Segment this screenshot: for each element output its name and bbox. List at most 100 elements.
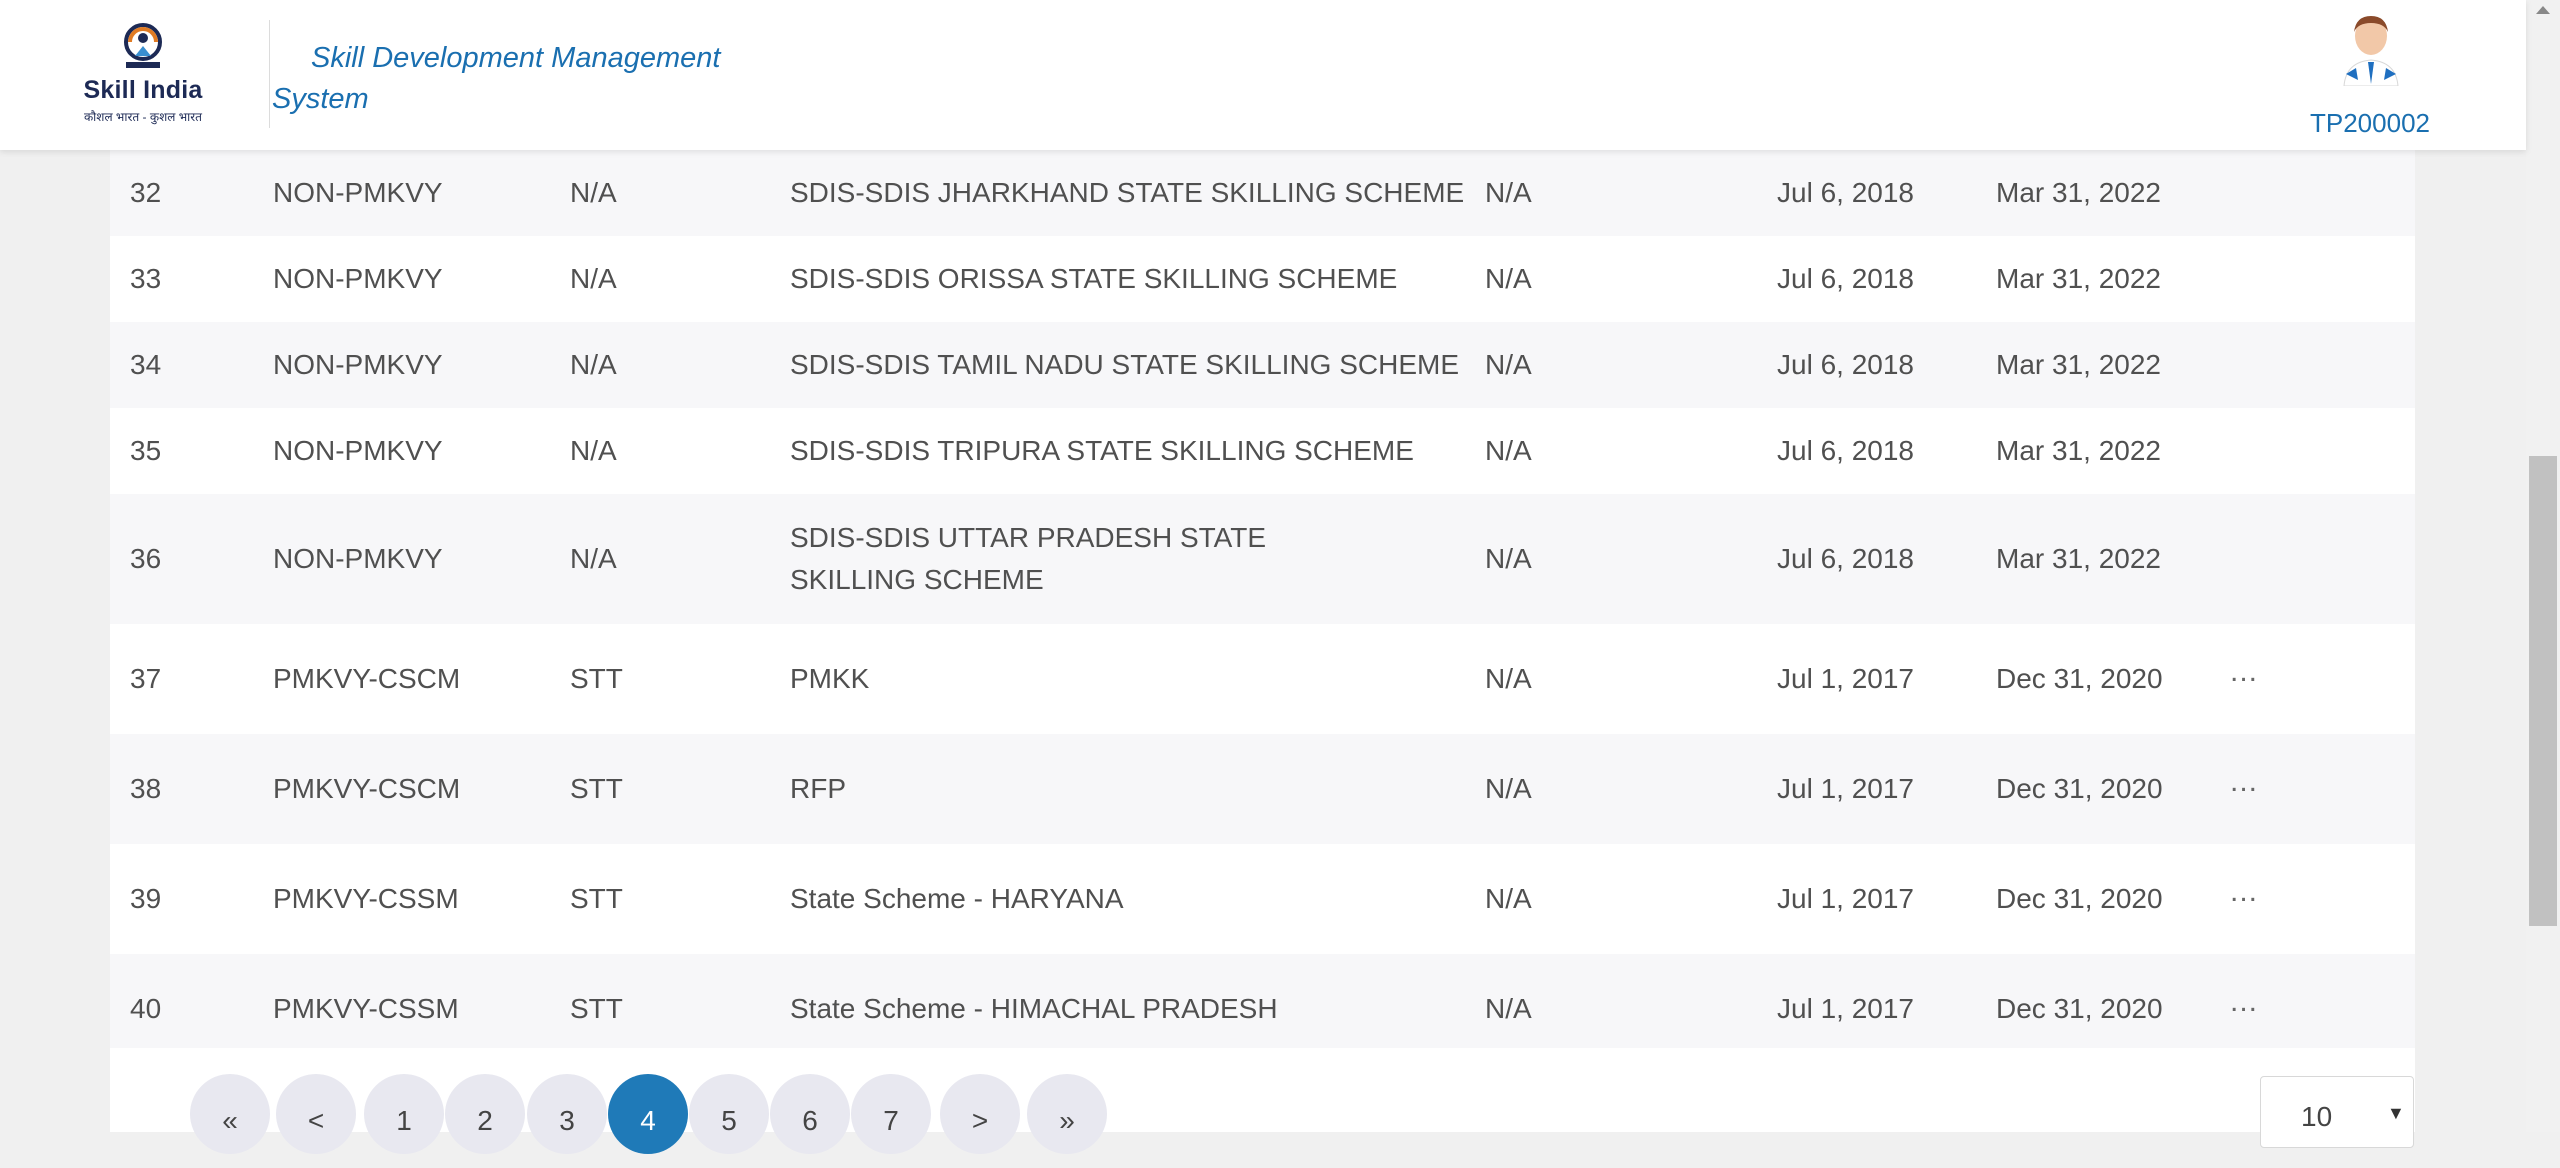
- skill-india-logo[interactable]: Skill India कौशल भारत - कुशल भारत: [78, 22, 208, 126]
- scheme-extra: N/A: [1485, 883, 1532, 914]
- scheme-category: PMKVY-CSSM: [273, 883, 459, 914]
- start-date: Jul 6, 2018: [1777, 435, 1914, 466]
- pagination-bar: « < 1 2 3 4 5 6 7 > » 10 ▼: [110, 1048, 2415, 1154]
- end-date: Dec 31, 2020: [1996, 883, 2163, 914]
- app-header: Skill India कौशल भारत - कुशल भारत Skill …: [0, 0, 2526, 150]
- end-date: Dec 31, 2020: [1996, 773, 2163, 804]
- scheme-name: PMKK: [790, 663, 870, 694]
- more-actions-button[interactable]: ...: [2230, 875, 2258, 909]
- scheme-type: N/A: [570, 543, 617, 574]
- page-button-7[interactable]: 7: [851, 1074, 931, 1154]
- last-page-button[interactable]: »: [1027, 1074, 1107, 1154]
- row-number: 35: [130, 435, 162, 466]
- row-number: 33: [130, 263, 162, 294]
- table-row: 36 NON-PMKVY N/A SDIS-SDIS UTTAR PRADESH…: [110, 494, 2415, 625]
- scheme-name: SDIS-SDIS UTTAR PRADESH STATE SKILLING S…: [790, 522, 1267, 595]
- schemes-table: 32 NON-PMKVY N/A SDIS-SDIS JHARKHAND STA…: [110, 150, 2415, 1065]
- user-id-label[interactable]: TP200002: [2290, 108, 2450, 139]
- end-date: Mar 31, 2022: [1996, 435, 2161, 466]
- row-actions: ...: [2230, 624, 2290, 734]
- scheme-name: SDIS-SDIS TAMIL NADU STATE SKILLING SCHE…: [790, 349, 1460, 380]
- row-actions: ...: [2230, 844, 2290, 954]
- next-page-button[interactable]: >: [940, 1074, 1020, 1154]
- prev-page-button[interactable]: <: [276, 1074, 356, 1154]
- scheme-name: SDIS-SDIS JHARKHAND STATE SKILLING SCHEM…: [790, 177, 1465, 208]
- app-title-line1: Skill Development Management: [311, 42, 721, 74]
- row-number: 37: [130, 663, 162, 694]
- scheme-extra: N/A: [1485, 435, 1532, 466]
- scheme-extra: N/A: [1485, 663, 1532, 694]
- scheme-name: SDIS-SDIS TRIPURA STATE SKILLING SCHEME: [790, 435, 1414, 466]
- end-date: Mar 31, 2022: [1996, 543, 2161, 574]
- header-divider: [269, 20, 270, 128]
- scroll-up-arrow-icon[interactable]: [2536, 6, 2550, 14]
- table-row: 37 PMKVY-CSCM STT PMKK N/A Jul 1, 2017 D…: [110, 624, 2415, 735]
- page-size-value: 10: [2301, 1101, 2333, 1132]
- page-button-4-current[interactable]: 4: [608, 1074, 688, 1154]
- scheme-category: NON-PMKVY: [273, 543, 443, 574]
- more-actions-button[interactable]: ...: [2230, 985, 2258, 1019]
- table-row: 35 NON-PMKVY N/A SDIS-SDIS TRIPURA STATE…: [110, 408, 2415, 495]
- scheme-extra: N/A: [1485, 263, 1532, 294]
- end-date: Mar 31, 2022: [1996, 177, 2161, 208]
- row-number: 39: [130, 883, 162, 914]
- scheme-type: N/A: [570, 177, 617, 208]
- scrollbar-thumb[interactable]: [2529, 456, 2557, 926]
- scheme-category: NON-PMKVY: [273, 263, 443, 294]
- scheme-name: State Scheme - HARYANA: [790, 883, 1124, 914]
- page-scrollbar[interactable]: [2526, 0, 2560, 1132]
- start-date: Jul 1, 2017: [1777, 663, 1914, 694]
- start-date: Jul 6, 2018: [1777, 263, 1914, 294]
- scheme-type: N/A: [570, 435, 617, 466]
- page-size-select[interactable]: 10 ▼: [2260, 1076, 2414, 1148]
- app-title-line2: System: [272, 83, 369, 115]
- first-page-button[interactable]: «: [190, 1074, 270, 1154]
- scheme-name: RFP: [790, 773, 846, 804]
- start-date: Jul 6, 2018: [1777, 543, 1914, 574]
- scheme-category: NON-PMKVY: [273, 349, 443, 380]
- end-date: Dec 31, 2020: [1996, 663, 2163, 694]
- more-actions-button[interactable]: ...: [2230, 765, 2258, 799]
- more-actions-button[interactable]: ...: [2230, 655, 2258, 689]
- logo-tagline: कौशल भारत - कुशल भारत: [83, 110, 203, 124]
- scheme-type: STT: [570, 663, 623, 694]
- scheme-category: PMKVY-CSCM: [273, 663, 461, 694]
- row-number: 34: [130, 349, 162, 380]
- logo-text: Skill India: [83, 76, 203, 104]
- scheme-type: N/A: [570, 349, 617, 380]
- table-row: 32 NON-PMKVY N/A SDIS-SDIS JHARKHAND STA…: [110, 150, 2415, 237]
- scheme-extra: N/A: [1485, 773, 1532, 804]
- chevron-down-icon: ▼: [2387, 1103, 2405, 1123]
- scheme-name: SDIS-SDIS ORISSA STATE SKILLING SCHEME: [790, 263, 1398, 294]
- end-date: Mar 31, 2022: [1996, 349, 2161, 380]
- page-button-1[interactable]: 1: [364, 1074, 444, 1154]
- row-number: 38: [130, 773, 162, 804]
- row-number: 32: [130, 177, 162, 208]
- scheme-extra: N/A: [1485, 349, 1532, 380]
- table-row: 39 PMKVY-CSSM STT State Scheme - HARYANA…: [110, 844, 2415, 955]
- user-avatar-icon[interactable]: [2338, 14, 2404, 86]
- scheme-type: STT: [570, 773, 623, 804]
- table-row: 34 NON-PMKVY N/A SDIS-SDIS TAMIL NADU ST…: [110, 322, 2415, 409]
- row-actions: ...: [2230, 734, 2290, 844]
- scheme-type: N/A: [570, 263, 617, 294]
- table-row: 33 NON-PMKVY N/A SDIS-SDIS ORISSA STATE …: [110, 236, 2415, 323]
- start-date: Jul 6, 2018: [1777, 349, 1914, 380]
- scheme-extra: N/A: [1485, 177, 1532, 208]
- scheme-category: NON-PMKVY: [273, 177, 443, 208]
- page-button-2[interactable]: 2: [445, 1074, 525, 1154]
- skill-india-emblem-icon: [124, 23, 162, 68]
- app-title: Skill Development Management System: [272, 38, 752, 120]
- scheme-category: NON-PMKVY: [273, 435, 443, 466]
- scheme-category: PMKVY-CSCM: [273, 773, 461, 804]
- scheme-extra: N/A: [1485, 543, 1532, 574]
- start-date: Jul 1, 2017: [1777, 773, 1914, 804]
- table-row: 38 PMKVY-CSCM STT RFP N/A Jul 1, 2017 De…: [110, 734, 2415, 845]
- start-date: Jul 1, 2017: [1777, 883, 1914, 914]
- page-button-5[interactable]: 5: [689, 1074, 769, 1154]
- scheme-type: STT: [570, 883, 623, 914]
- start-date: Jul 6, 2018: [1777, 177, 1914, 208]
- row-number: 36: [130, 543, 162, 574]
- page-button-3[interactable]: 3: [527, 1074, 607, 1154]
- page-button-6[interactable]: 6: [770, 1074, 850, 1154]
